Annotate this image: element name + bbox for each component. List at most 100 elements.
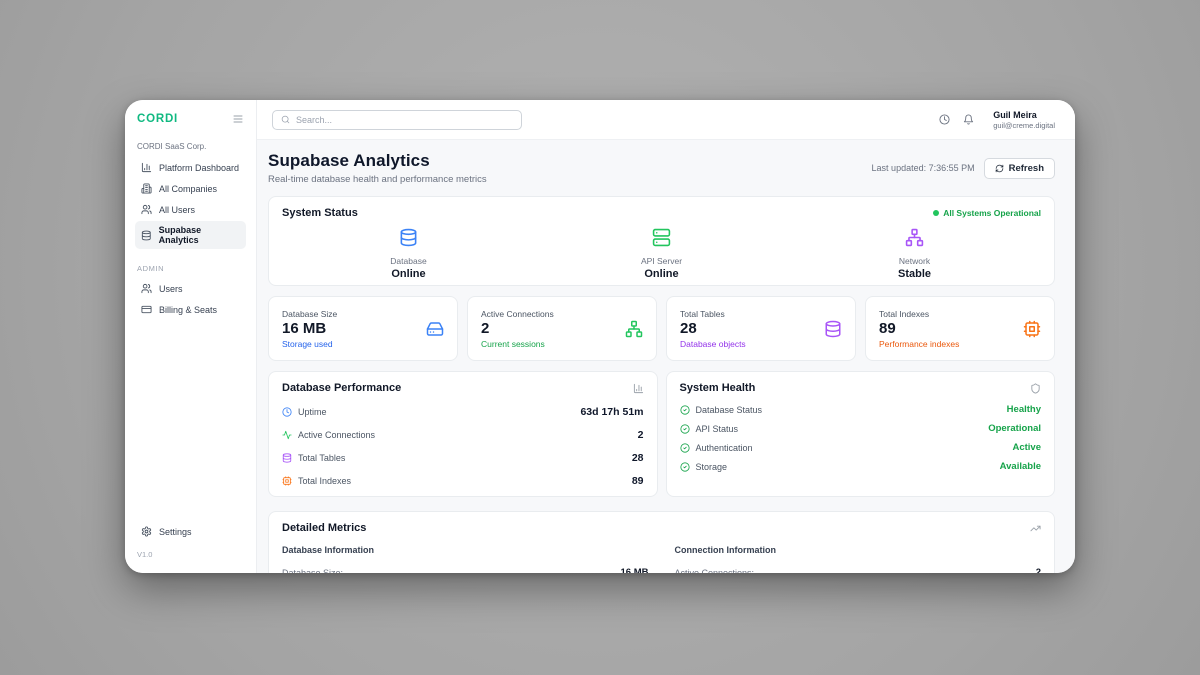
- health-title: System Health: [680, 382, 756, 394]
- search-input[interactable]: [296, 115, 513, 125]
- shield-icon: [1030, 383, 1041, 394]
- database-icon: [141, 230, 152, 241]
- network-icon: [625, 320, 643, 338]
- sidebar-item-settings[interactable]: Settings: [135, 522, 246, 541]
- detailed-metrics-card: Detailed Metrics Database Information Da…: [268, 511, 1055, 573]
- status-label: API Server: [535, 256, 788, 266]
- refresh-icon: [995, 164, 1004, 173]
- network-icon: [905, 228, 924, 247]
- row-label: Database Size:: [282, 568, 343, 574]
- performance-row-tables: Total Tables 28: [282, 446, 644, 469]
- trending-up-icon: [1030, 523, 1041, 534]
- system-health-card: System Health Database Status Healthy: [666, 371, 1056, 497]
- metric-value: 28: [680, 320, 746, 337]
- sidebar-item-label: All Companies: [159, 184, 217, 194]
- status-value: Online: [282, 268, 535, 280]
- metric-value: 16 MB: [282, 320, 337, 337]
- sidebar-item-platform-dashboard[interactable]: Platform Dashboard: [135, 158, 246, 177]
- admin-section-label: ADMIN: [137, 264, 244, 273]
- detail-row-database-size: Database Size: 16 MB: [282, 564, 649, 573]
- database-information-column: Database Information Database Size: 16 M…: [282, 545, 649, 573]
- bar-chart-icon: [141, 162, 152, 173]
- row-value: 2: [638, 429, 644, 441]
- row-value: Available: [1000, 461, 1041, 472]
- row-value: 89: [632, 475, 644, 487]
- performance-row-connections: Active Connections 2: [282, 423, 644, 446]
- performance-row-indexes: Total Indexes 89: [282, 469, 644, 492]
- system-status-card: System Status All Systems Operational Da…: [268, 196, 1055, 286]
- metric-value: 2: [481, 320, 554, 337]
- database-performance-card: Database Performance Uptime 63d 17h 51m: [268, 371, 658, 497]
- metric-card-total-tables: Total Tables 28 Database objects: [666, 296, 856, 361]
- metric-label: Active Connections: [481, 309, 554, 319]
- row-value: Operational: [988, 423, 1041, 434]
- row-value: 28: [632, 452, 644, 464]
- metric-label: Total Indexes: [879, 309, 959, 319]
- metric-subtitle: Storage used: [282, 339, 337, 349]
- health-row-api: API Status Operational: [680, 419, 1042, 438]
- status-label: Database: [282, 256, 535, 266]
- bell-icon[interactable]: [963, 114, 974, 125]
- app-version: V1.0: [137, 550, 244, 559]
- sidebar-item-label: Users: [159, 284, 183, 294]
- search-icon: [281, 115, 290, 124]
- app-window: CORDI CORDI SaaS Corp. Platform Dashboar…: [125, 100, 1075, 573]
- content: System Status All Systems Operational Da…: [257, 194, 1075, 573]
- brand-logo: CORDI: [137, 113, 178, 125]
- row-value: 2: [1036, 567, 1041, 573]
- credit-card-icon: [141, 304, 152, 315]
- status-value: Online: [535, 268, 788, 280]
- topbar: Guil Meira guil@creme.digital: [257, 100, 1075, 140]
- hard-drive-icon: [426, 320, 444, 338]
- server-icon: [652, 228, 671, 247]
- status-database: Database Online: [282, 228, 535, 280]
- metric-value: 89: [879, 320, 959, 337]
- sidebar-item-label: Settings: [159, 527, 192, 537]
- metric-card-total-indexes: Total Indexes 89 Performance indexes: [865, 296, 1055, 361]
- users-icon: [141, 204, 152, 215]
- user-email: guil@creme.digital: [993, 121, 1055, 130]
- hamburger-menu-icon[interactable]: [232, 113, 244, 125]
- user-profile[interactable]: Guil Meira guil@creme.digital: [993, 110, 1055, 130]
- building-icon: [141, 183, 152, 194]
- connection-information-column: Connection Information Active Connection…: [675, 545, 1042, 573]
- sidebar-item-all-users[interactable]: All Users: [135, 200, 246, 219]
- cpu-icon: [282, 476, 292, 486]
- row-label: Total Tables: [298, 453, 345, 463]
- metric-subtitle: Performance indexes: [879, 339, 959, 349]
- sidebar-item-label: Supabase Analytics: [159, 225, 240, 245]
- sidebar-item-label: All Users: [159, 205, 195, 215]
- row-value: Active: [1012, 442, 1041, 453]
- performance-row-uptime: Uptime 63d 17h 51m: [282, 400, 644, 423]
- status-api-server: API Server Online: [535, 228, 788, 280]
- org-label: CORDI SaaS Corp.: [137, 142, 244, 151]
- refresh-button[interactable]: Refresh: [984, 158, 1055, 179]
- sidebar-item-all-companies[interactable]: All Companies: [135, 179, 246, 198]
- performance-title: Database Performance: [282, 382, 401, 394]
- sidebar-item-billing-seats[interactable]: Billing & Seats: [135, 300, 246, 319]
- search-box[interactable]: [272, 110, 522, 130]
- metric-subtitle: Current sessions: [481, 339, 554, 349]
- clock-icon[interactable]: [939, 114, 950, 125]
- row-label: Active Connections:: [675, 568, 755, 574]
- gear-icon: [141, 526, 152, 537]
- sidebar-item-label: Billing & Seats: [159, 305, 217, 315]
- database-icon: [399, 228, 418, 247]
- status-value: Stable: [788, 268, 1041, 280]
- row-label: Uptime: [298, 407, 327, 417]
- user-name: Guil Meira: [993, 110, 1055, 120]
- last-updated-text: Last updated: 7:36:55 PM: [872, 163, 975, 173]
- sidebar-item-supabase-analytics[interactable]: Supabase Analytics: [135, 221, 246, 249]
- sidebar-item-users[interactable]: Users: [135, 279, 246, 298]
- page-title: Supabase Analytics: [268, 151, 487, 171]
- column-heading: Connection Information: [675, 545, 1042, 555]
- activity-icon: [282, 430, 292, 440]
- metric-subtitle: Database objects: [680, 339, 746, 349]
- sidebar: CORDI CORDI SaaS Corp. Platform Dashboar…: [125, 100, 257, 573]
- users-icon: [141, 283, 152, 294]
- row-label: API Status: [696, 424, 739, 434]
- detailed-metrics-title: Detailed Metrics: [282, 522, 366, 534]
- health-row-storage: Storage Available: [680, 457, 1042, 476]
- status-label: Network: [788, 256, 1041, 266]
- check-circle-icon: [680, 405, 690, 415]
